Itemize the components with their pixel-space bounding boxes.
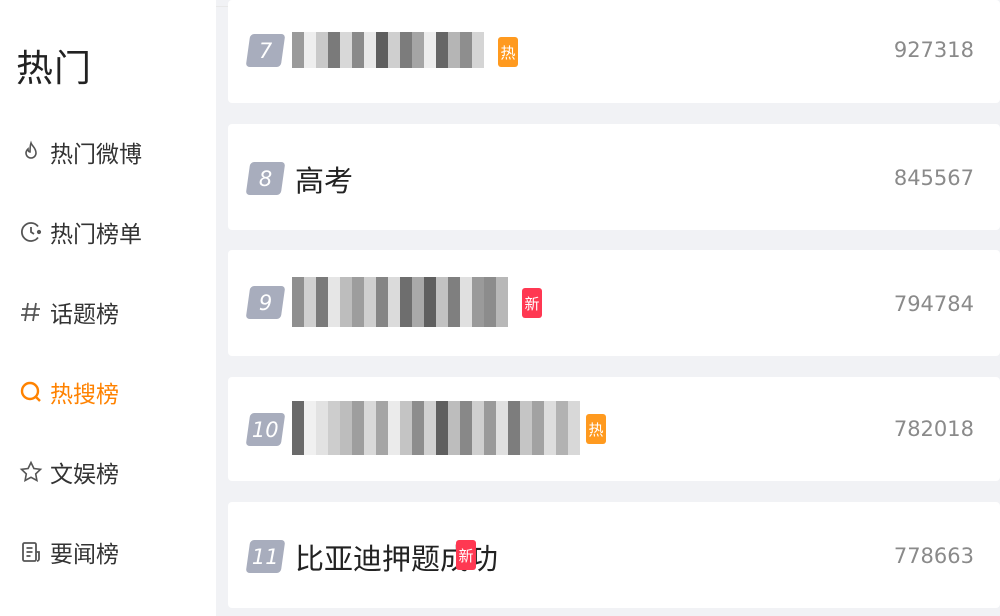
heat-count: 794784	[893, 292, 974, 316]
heat-count: 778663	[893, 544, 974, 568]
hot-tag: 热	[586, 414, 606, 444]
sidebar: 热门 热门微博 热门榜单 话题榜 热搜榜 文娱榜 要闻榜	[0, 0, 216, 616]
list-item[interactable]: 9 新 794784	[228, 250, 1000, 356]
list-item[interactable]: 7 热 927318	[228, 0, 1000, 103]
heat-count: 845567	[893, 166, 974, 190]
topic-title: 高考	[295, 164, 354, 198]
document-icon	[18, 539, 44, 565]
blurred-title	[292, 32, 484, 68]
search-icon	[18, 379, 44, 405]
sidebar-item-label: 热门榜单	[50, 222, 142, 248]
sidebar-item-label: 热搜榜	[50, 382, 119, 408]
blurred-title	[292, 401, 580, 455]
new-tag: 新	[456, 540, 476, 570]
sidebar-item-news[interactable]: 要闻榜	[18, 532, 119, 572]
rank-badge: 8	[245, 162, 286, 195]
sidebar-title: 热门	[16, 47, 92, 90]
rank-badge: 10	[245, 413, 286, 446]
heat-count: 927318	[893, 38, 974, 62]
sidebar-item-label: 要闻榜	[50, 542, 119, 568]
new-tag: 新	[522, 288, 542, 318]
sidebar-item-topics[interactable]: 话题榜	[18, 292, 119, 332]
blurred-title	[292, 277, 508, 327]
sidebar-item-hot-weibo[interactable]: 热门微博	[18, 132, 142, 172]
sidebar-item-label: 话题榜	[50, 302, 119, 328]
hashtag-icon	[18, 299, 44, 325]
hot-tag: 热	[498, 37, 518, 67]
list-item[interactable]: 11 比亚迪押题成功 新 778663	[228, 502, 1000, 608]
clock-icon	[18, 219, 44, 245]
sidebar-item-hot-list[interactable]: 热门榜单	[18, 212, 142, 252]
star-icon	[18, 459, 44, 485]
sidebar-item-hot-search[interactable]: 热搜榜	[18, 372, 119, 412]
sidebar-item-label: 文娱榜	[50, 462, 119, 488]
sidebar-item-entertainment[interactable]: 文娱榜	[18, 452, 119, 492]
heat-count: 782018	[893, 417, 974, 441]
rank-badge: 11	[245, 540, 286, 573]
list-item[interactable]: 8 高考 845567	[228, 124, 1000, 230]
rank-badge: 7	[245, 34, 286, 67]
rank-badge: 9	[245, 286, 286, 319]
sidebar-item-label: 热门微博	[50, 142, 142, 168]
flame-icon	[18, 139, 44, 165]
list-item[interactable]: 10 热 782018	[228, 377, 1000, 481]
